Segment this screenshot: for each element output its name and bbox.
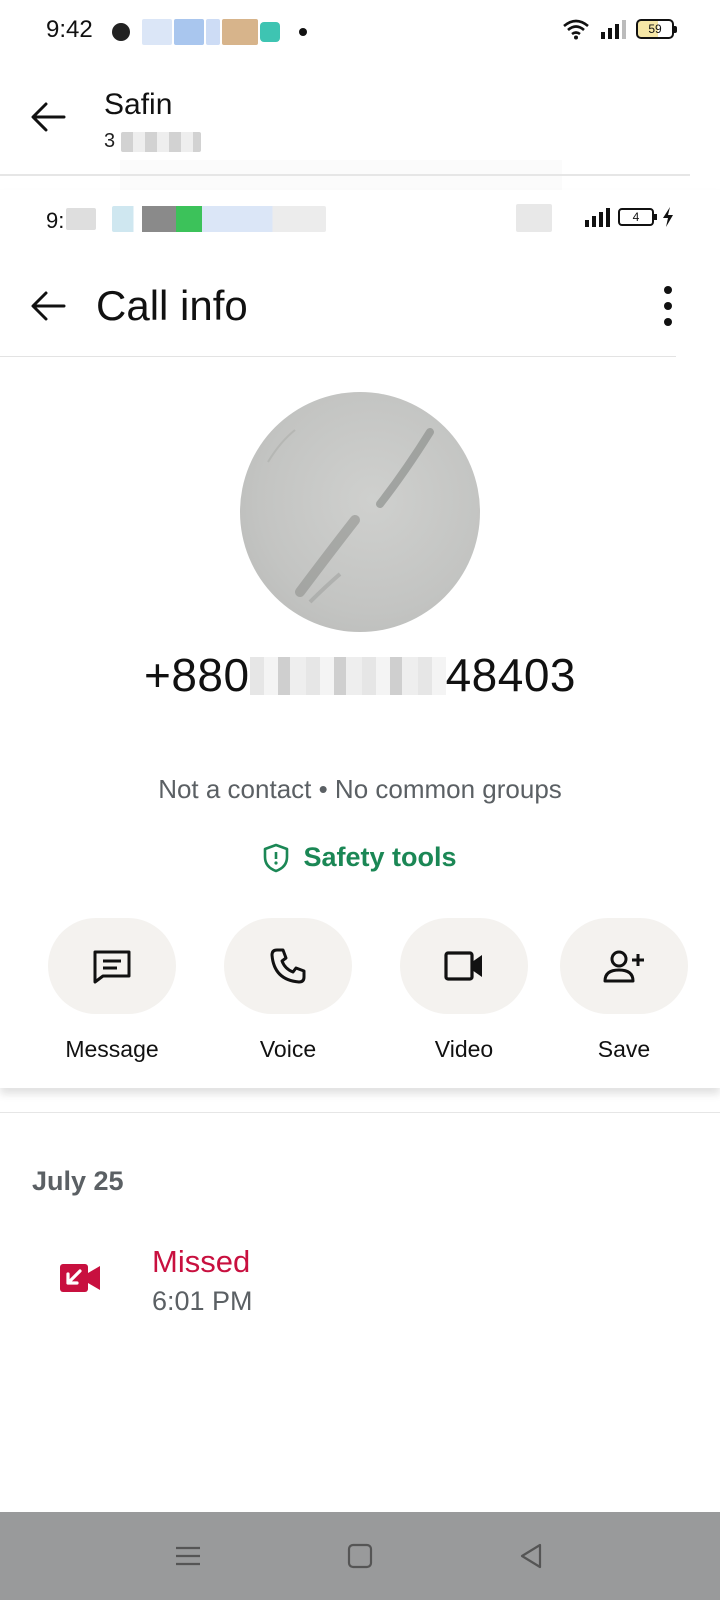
battery-icon: 4 — [618, 208, 657, 226]
status-bar: 9:42 59 — [0, 0, 720, 64]
contact-avatar[interactable] — [240, 392, 480, 632]
signal-icon — [601, 20, 626, 39]
back-icon[interactable] — [516, 1540, 548, 1572]
facebook-icon — [112, 23, 130, 41]
voice-pill[interactable] — [224, 918, 352, 1014]
action-buttons: Message Voice Video Save — [0, 918, 720, 1068]
video-icon — [444, 951, 482, 981]
menu-icon[interactable] — [172, 1540, 204, 1572]
status-right: 59 — [562, 18, 677, 40]
app-notification-icon — [260, 22, 280, 42]
battery-level: 4 — [632, 210, 640, 224]
phone-icon — [270, 948, 306, 984]
divider — [0, 1112, 720, 1113]
call-time: 6:01 PM — [152, 1286, 253, 1316]
battery-icon: 59 — [636, 19, 677, 39]
signal-icon — [585, 208, 610, 227]
divider — [0, 174, 690, 176]
voice-label: Voice — [259, 1036, 317, 1062]
call-info-sheet: 9: 4 Call info +880 48403 Not a contact •… — [0, 190, 720, 1088]
missed-video-call-icon — [60, 1264, 100, 1292]
video-call-button[interactable]: Video — [400, 918, 528, 1063]
add-person-icon — [603, 950, 644, 983]
inner-status-time: 9: — [46, 208, 65, 233]
redacted-digits — [249, 657, 446, 695]
redacted-text — [121, 131, 202, 152]
divider — [0, 356, 676, 357]
wifi-icon — [563, 19, 589, 40]
safety-tools-label: Safety tools — [303, 842, 457, 872]
blurred-notification — [142, 19, 172, 45]
save-contact-button[interactable]: Save — [560, 918, 688, 1063]
home-icon[interactable] — [344, 1540, 376, 1572]
battery-level: 59 — [648, 22, 662, 36]
message-label: Message — [65, 1036, 159, 1062]
video-label: Video — [434, 1036, 494, 1062]
back-arrow-icon[interactable] — [28, 286, 68, 326]
chat-contact-name[interactable]: Safin — [104, 88, 172, 122]
message-button[interactable]: Message — [48, 918, 176, 1063]
blurred-notification — [174, 19, 204, 45]
call-status: Missed — [152, 1244, 251, 1279]
voice-call-button[interactable]: Voice — [224, 918, 352, 1063]
video-pill[interactable] — [400, 918, 528, 1014]
save-label: Save — [597, 1036, 651, 1062]
message-icon — [93, 950, 131, 984]
more-options-icon[interactable] — [658, 284, 678, 328]
avatar-image — [267, 428, 434, 604]
chat-subtitle: 3 — [104, 130, 202, 153]
chat-header: Safin 3 — [0, 64, 720, 174]
call-info-toolbar: Call info — [0, 260, 720, 356]
notification-icons — [112, 18, 280, 46]
more-notifications-dot — [299, 28, 307, 36]
safety-tools-link[interactable]: Safety tools — [0, 842, 720, 873]
phone-number: +880 48403 — [143, 649, 577, 701]
status-time: 9:42 — [46, 16, 93, 43]
blurred-notification — [206, 19, 220, 45]
redacted-notifications — [112, 206, 326, 232]
save-pill[interactable] — [560, 918, 688, 1014]
message-pill[interactable] — [48, 918, 176, 1014]
inner-status-right: 4 — [584, 207, 674, 227]
charging-icon — [663, 207, 673, 227]
call-date: July 25 — [32, 1166, 124, 1196]
navigation-bar — [0, 1512, 720, 1600]
contact-meta: Not a contact • No common groups — [158, 774, 562, 804]
redacted-notifications — [516, 204, 552, 232]
blurred-notification — [222, 19, 258, 45]
shield-icon — [264, 843, 289, 872]
inner-status-bar: 9: 4 — [0, 190, 720, 246]
page-title: Call info — [96, 282, 248, 329]
back-arrow-icon[interactable] — [28, 97, 68, 137]
redacted-notifications — [66, 208, 96, 230]
